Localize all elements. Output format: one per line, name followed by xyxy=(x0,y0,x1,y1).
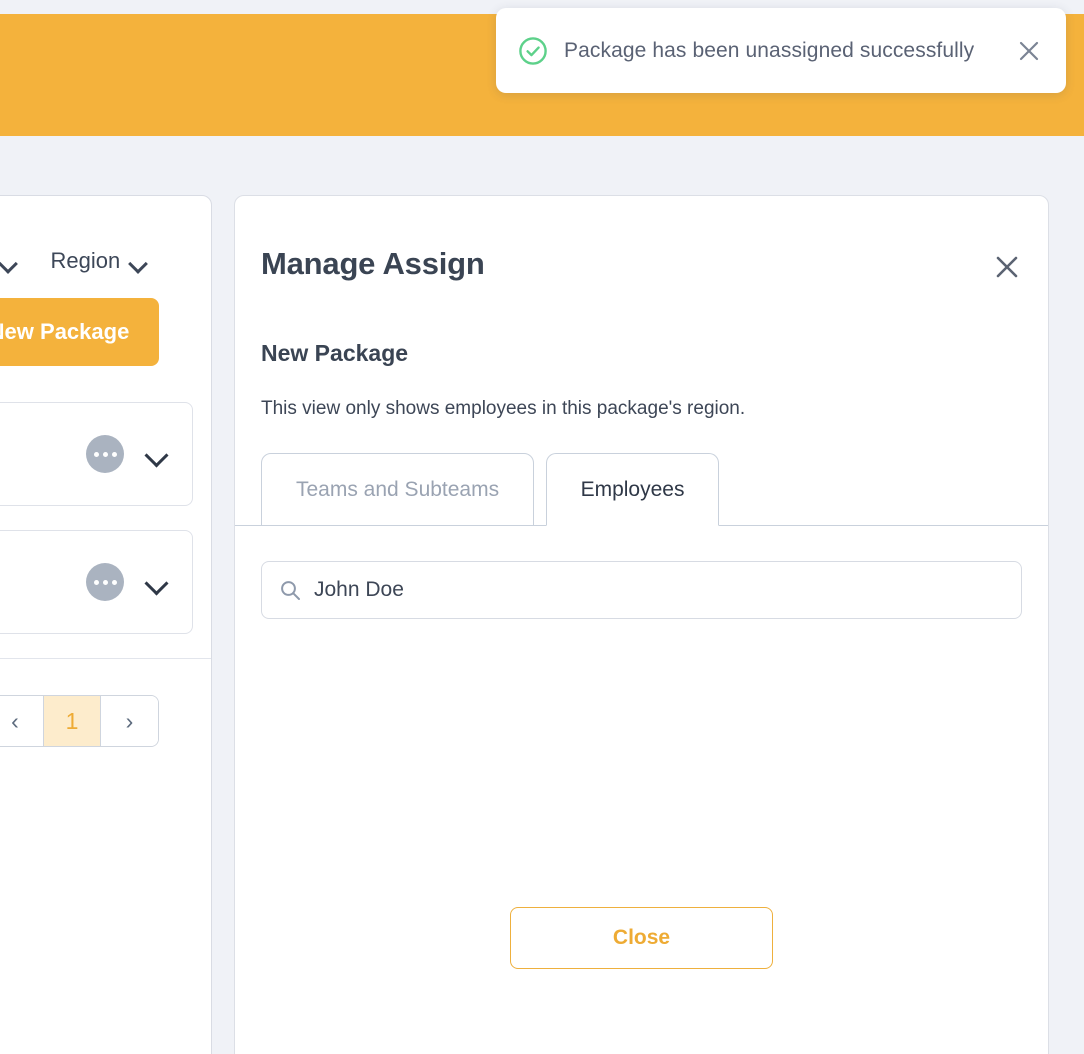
ellipsis-icon[interactable] xyxy=(86,563,124,601)
table-row[interactable] xyxy=(0,530,193,634)
modal-note: This view only shows employees in this p… xyxy=(235,367,1048,420)
pagination-page-1[interactable]: 1 xyxy=(44,696,101,746)
pagination-next-button[interactable]: › xyxy=(101,696,158,746)
modal-body: John Doe Close xyxy=(235,526,1048,969)
tab-teams-and-subteams[interactable]: Teams and Subteams xyxy=(261,453,534,526)
toast-message: Package has been unassigned successfully xyxy=(564,39,1002,63)
filter-bar: ype Region xyxy=(0,196,211,288)
tab-employees[interactable]: Employees xyxy=(546,453,720,526)
package-list xyxy=(0,366,211,634)
filter-region-label: Region xyxy=(50,248,120,274)
page-title: Manage Assign xyxy=(261,246,485,282)
toast-notification: Package has been unassigned successfully xyxy=(496,8,1066,93)
search-icon xyxy=(278,578,302,602)
close-icon[interactable] xyxy=(990,250,1024,284)
modal-header: Manage Assign xyxy=(235,196,1048,284)
search-input-value: John Doe xyxy=(314,578,404,602)
create-package-bar: te New Package xyxy=(0,288,211,366)
ellipsis-icon[interactable] xyxy=(86,435,124,473)
chevron-down-icon[interactable] xyxy=(146,575,168,589)
manage-assign-modal: Manage Assign New Package This view only… xyxy=(234,195,1049,1054)
chevron-down-icon[interactable] xyxy=(146,447,168,461)
create-new-package-button[interactable]: te New Package xyxy=(0,298,159,366)
pagination-prev-button[interactable]: ‹ xyxy=(0,696,44,746)
modal-footer: Close xyxy=(261,891,1022,969)
packages-panel: ype Region te New Package ‹ 1 › xyxy=(0,195,212,1054)
filter-region-dropdown[interactable]: Region xyxy=(50,248,146,274)
close-icon[interactable] xyxy=(1014,36,1044,66)
modal-subtitle: New Package xyxy=(235,284,1048,367)
pagination-footer: ‹ 1 › xyxy=(0,659,211,747)
modal-tabs: Teams and Subteams Employees xyxy=(235,453,1048,526)
employee-results-list xyxy=(261,619,1022,891)
pagination: ‹ 1 › xyxy=(0,695,159,747)
search-input[interactable]: John Doe xyxy=(261,561,1022,619)
chevron-down-icon xyxy=(1,257,16,266)
close-button[interactable]: Close xyxy=(510,907,773,969)
chevron-down-icon xyxy=(131,257,146,266)
filter-type-dropdown[interactable]: ype xyxy=(0,248,16,274)
table-row[interactable] xyxy=(0,402,193,506)
check-circle-icon xyxy=(518,36,548,66)
